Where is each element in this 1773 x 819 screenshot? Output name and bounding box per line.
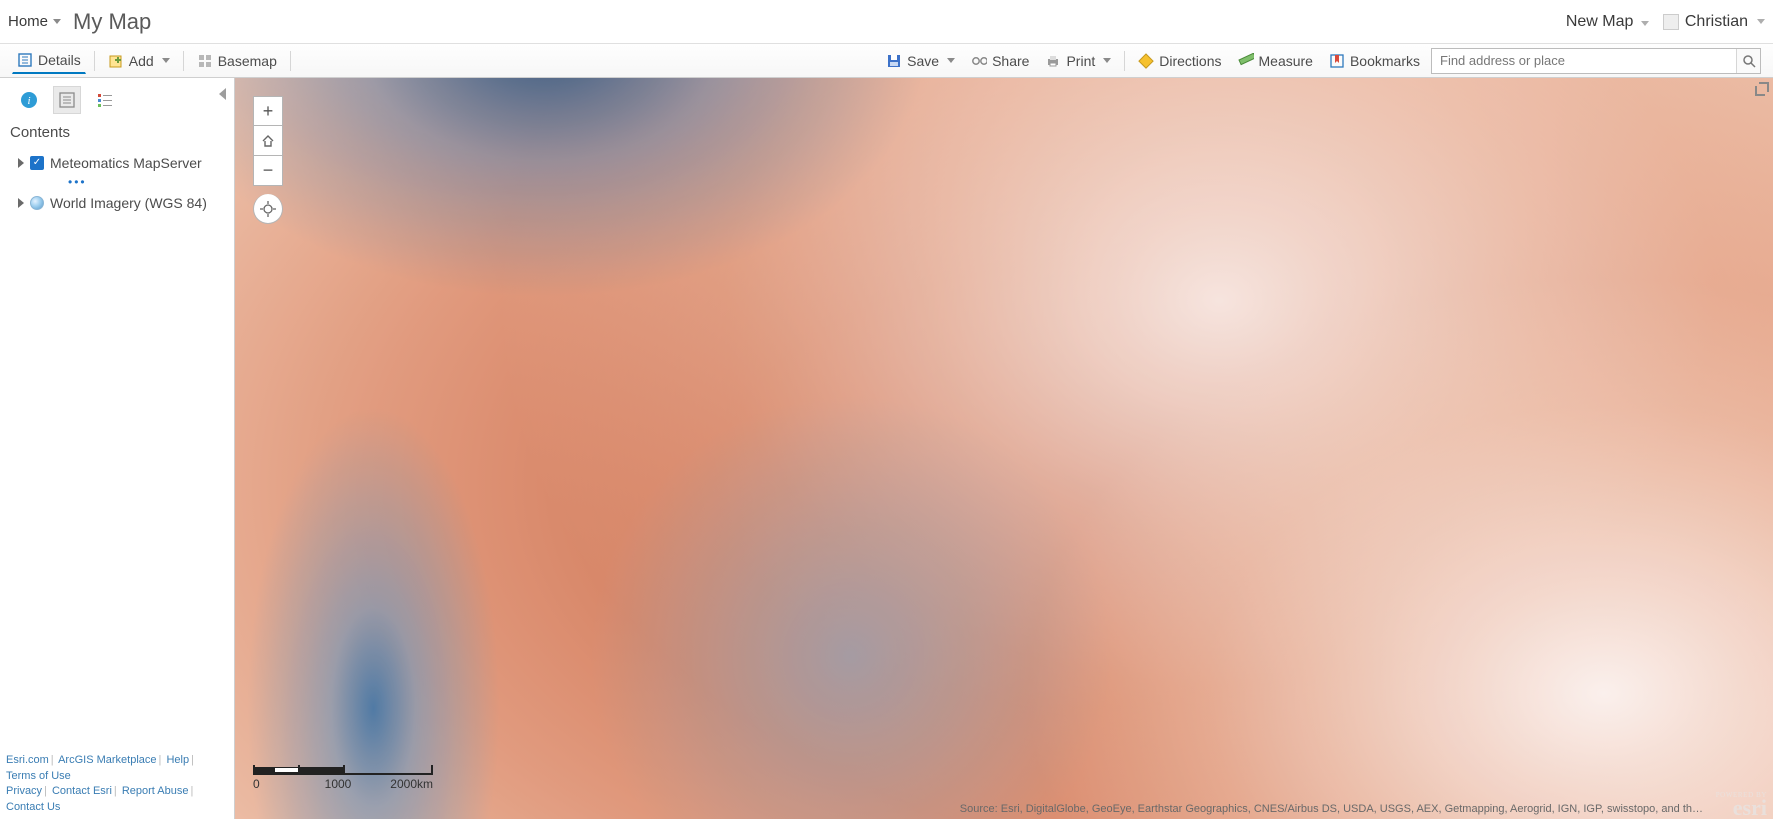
footer-link[interactable]: Report Abuse xyxy=(122,785,189,797)
details-label: Details xyxy=(38,52,81,68)
top-header: Home My Map New Map Christian xyxy=(0,0,1773,44)
attribution-text: Source: Esri, DigitalGlobe, GeoEye, Eart… xyxy=(960,803,1703,815)
print-label: Print xyxy=(1066,53,1095,69)
map-title: My Map xyxy=(73,9,151,35)
zoom-controls: + − xyxy=(253,96,283,224)
fullscreen-button[interactable] xyxy=(1755,82,1769,96)
bookmarks-icon xyxy=(1329,53,1345,69)
layer-list: ✓ Meteomatics MapServer ••• World Imager… xyxy=(0,145,234,219)
svg-text:i: i xyxy=(27,95,30,107)
sidebar: i Contents ✓ Meteomatics MapServer •• xyxy=(0,78,235,819)
save-icon xyxy=(886,53,902,69)
footer-link[interactable]: Esri.com xyxy=(6,754,49,766)
expand-icon[interactable] xyxy=(18,158,24,168)
layer-item[interactable]: ✓ Meteomatics MapServer xyxy=(4,149,230,175)
globe-icon xyxy=(30,196,44,210)
footer-link[interactable]: Help xyxy=(166,754,189,766)
toolbar-separator xyxy=(290,51,291,71)
directions-icon xyxy=(1138,53,1154,69)
layer-item[interactable]: World Imagery (WGS 84) xyxy=(4,189,230,215)
esri-logo: POWERED BY esri xyxy=(1716,791,1767,817)
save-label: Save xyxy=(907,53,939,69)
bookmarks-button[interactable]: Bookmarks xyxy=(1324,49,1425,73)
collapse-sidebar-button[interactable] xyxy=(219,88,226,100)
toolbar-separator xyxy=(1124,51,1125,71)
main-area: i Contents ✓ Meteomatics MapServer •• xyxy=(0,78,1773,819)
basemap-canvas xyxy=(235,78,1773,819)
print-icon xyxy=(1045,53,1061,69)
sidebar-tab-about[interactable]: i xyxy=(15,86,43,114)
sidebar-tabs: i xyxy=(0,78,234,118)
sidebar-tab-legend[interactable] xyxy=(91,86,119,114)
add-icon xyxy=(108,53,124,69)
chevron-down-icon xyxy=(1641,21,1649,26)
expand-icon[interactable] xyxy=(18,198,24,208)
layer-name: Meteomatics MapServer xyxy=(50,155,202,171)
add-button[interactable]: Add xyxy=(103,49,175,73)
share-button[interactable]: Share xyxy=(966,49,1034,73)
chevron-down-icon xyxy=(1757,19,1765,24)
share-label: Share xyxy=(992,53,1029,69)
footer-link[interactable]: ArcGIS Marketplace xyxy=(58,754,156,766)
home-label: Home xyxy=(8,13,48,30)
directions-button[interactable]: Directions xyxy=(1133,49,1226,73)
map-view[interactable]: •••• + − 0 1000 2000km xyxy=(235,78,1773,819)
basemap-button[interactable]: Basemap xyxy=(192,49,282,73)
basemap-icon xyxy=(197,53,213,69)
chevron-down-icon xyxy=(162,58,170,63)
scale-label: 0 xyxy=(253,777,298,791)
sidebar-tab-contents[interactable] xyxy=(53,86,81,114)
search-wrap xyxy=(1431,48,1761,74)
chevron-down-icon xyxy=(947,58,955,63)
toolbar-separator xyxy=(183,51,184,71)
chevron-down-icon xyxy=(53,19,61,24)
scale-label: 1000 xyxy=(298,777,378,791)
basemap-label: Basemap xyxy=(218,53,277,69)
footer-link[interactable]: Contact Us xyxy=(6,801,60,813)
details-icon xyxy=(17,52,33,68)
zoom-out-button[interactable]: − xyxy=(253,156,283,186)
directions-label: Directions xyxy=(1159,53,1221,69)
measure-icon xyxy=(1238,53,1254,69)
search-input[interactable] xyxy=(1431,48,1761,74)
layer-more-menu[interactable]: ••• xyxy=(4,175,230,189)
user-menu[interactable]: Christian xyxy=(1663,13,1765,31)
home-menu[interactable]: Home xyxy=(8,13,61,30)
main-toolbar: Details Add Basemap Save Share Print xyxy=(0,44,1773,78)
share-icon xyxy=(971,53,987,69)
footer-link[interactable]: Terms of Use xyxy=(6,770,71,782)
footer-link[interactable]: Contact Esri xyxy=(52,785,112,797)
measure-button[interactable]: Measure xyxy=(1233,49,1318,73)
footer-link[interactable]: Privacy xyxy=(6,785,42,797)
layer-checkbox[interactable]: ✓ xyxy=(30,156,44,170)
user-name-label: Christian xyxy=(1685,13,1748,31)
chevron-down-icon xyxy=(1103,58,1111,63)
home-extent-button[interactable] xyxy=(253,126,283,156)
print-button[interactable]: Print xyxy=(1040,49,1116,73)
scale-bar: 0 1000 2000km xyxy=(253,767,433,791)
panel-title: Contents xyxy=(0,118,234,145)
details-button[interactable]: Details xyxy=(12,48,86,74)
measure-label: Measure xyxy=(1259,53,1313,69)
scale-label: 2000km xyxy=(378,777,433,791)
search-button[interactable] xyxy=(1736,49,1760,73)
locate-button[interactable] xyxy=(253,194,283,224)
toolbar-separator xyxy=(94,51,95,71)
layer-name: World Imagery (WGS 84) xyxy=(50,195,207,211)
new-map-button[interactable]: New Map xyxy=(1566,13,1649,31)
add-label: Add xyxy=(129,53,154,69)
bookmarks-label: Bookmarks xyxy=(1350,53,1420,69)
sidebar-footer: Esri.com| ArcGIS Marketplace| Help| Term… xyxy=(0,749,234,819)
zoom-in-button[interactable]: + xyxy=(253,96,283,126)
save-button[interactable]: Save xyxy=(881,49,960,73)
avatar xyxy=(1663,14,1679,30)
new-map-label: New Map xyxy=(1566,13,1634,30)
search-icon xyxy=(1741,53,1757,69)
